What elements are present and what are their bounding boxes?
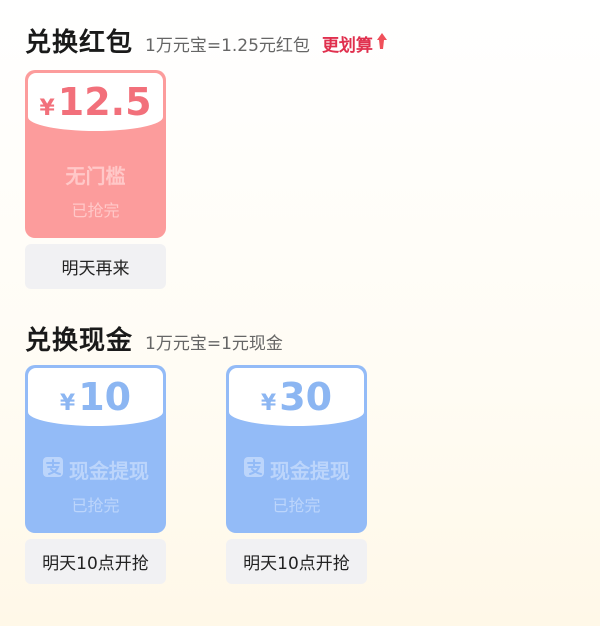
card-label: 现金提现 [25,455,166,484]
price: ¥ 10 [60,375,131,419]
alipay-icon [243,456,265,483]
cash-section-header: 兑换现金 1万元宝=1元现金 [25,320,283,357]
sold-out-status: 已抢完 [71,496,120,515]
sold-out-status: 已抢完 [71,201,120,220]
card-label-text: 现金提现 [270,459,350,483]
open-tomorrow-10am-button[interactable]: 明天10点开抢 [25,539,166,584]
amount: 30 [279,375,333,419]
price: ¥ 12.5 [39,80,151,124]
better-deal-link[interactable]: 更划算 [322,31,388,56]
red-envelope-section-header: 兑换红包 1万元宝=1.25元红包 更划算 [25,22,388,59]
amount: 12.5 [57,80,152,124]
exchange-rate: 1万元宝=1元现金 [145,334,283,354]
cash-card-10[interactable]: ¥ 10 现金提现 已抢完 [25,365,166,533]
cash-card-30[interactable]: ¥ 30 现金提现 已抢完 [226,365,367,533]
currency-symbol: ¥ [260,391,277,416]
card-label: 无门槛 [25,160,166,189]
sold-out-status: 已抢完 [272,496,321,515]
currency-symbol: ¥ [59,391,76,416]
card-label: 现金提现 [226,455,367,484]
alipay-icon [42,456,64,483]
amount: 10 [78,375,132,419]
arrow-up-icon [376,32,388,55]
card-price-area: ¥ 30 [229,368,364,426]
come-back-tomorrow-button[interactable]: 明天再来 [25,244,166,289]
currency-symbol: ¥ [39,96,55,121]
card-price-area: ¥ 12.5 [28,73,163,131]
card-label-text: 无门槛 [65,164,126,188]
open-tomorrow-10am-button[interactable]: 明天10点开抢 [226,539,367,584]
price: ¥ 30 [261,375,332,419]
section-title: 兑换现金 [25,326,134,356]
exchange-rate: 1万元宝=1.25元红包 [145,36,310,56]
section-title: 兑换红包 [25,28,134,58]
card-label-text: 现金提现 [69,459,149,483]
red-envelope-card[interactable]: ¥ 12.5 无门槛 已抢完 [25,70,166,238]
better-deal-label: 更划算 [321,36,373,56]
card-price-area: ¥ 10 [28,368,163,426]
